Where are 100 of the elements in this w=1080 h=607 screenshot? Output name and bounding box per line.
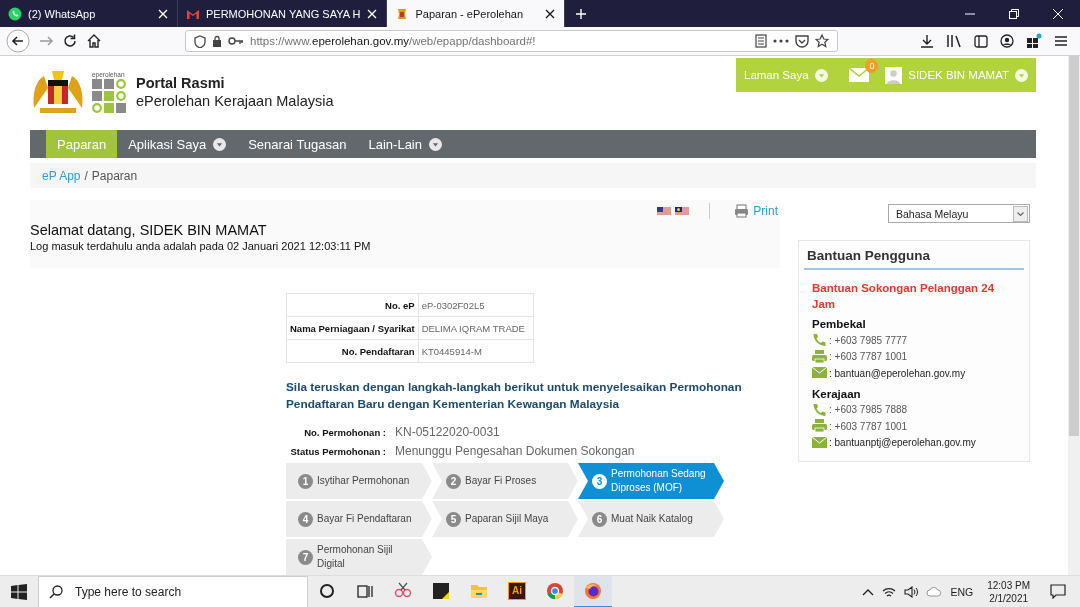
breadcrumb-current: Paparan xyxy=(91,168,138,183)
library-icon[interactable] xyxy=(946,34,962,48)
welcome-heading: Selamat datang, SIDEK BIN MAMAT xyxy=(30,222,268,239)
table-cell: eP-0302F02L5 xyxy=(418,293,534,317)
table-cell: No. Pendaftaran xyxy=(286,339,419,363)
menu-icon[interactable] xyxy=(1054,35,1068,47)
search-field[interactable]: Type here to search xyxy=(38,575,308,607)
step-number: 6 xyxy=(592,511,607,527)
step-number: 5 xyxy=(446,511,461,527)
extensions-icon[interactable] xyxy=(1026,33,1042,49)
table-cell: No. eP xyxy=(286,293,419,317)
lock-icon[interactable] xyxy=(212,35,222,47)
language-indicator[interactable]: ENG xyxy=(950,585,974,598)
browser-logo-icon xyxy=(546,581,564,600)
phone-number: : +603 7787 1001 xyxy=(829,420,908,432)
flag-icon[interactable] xyxy=(675,206,690,216)
table-cell: Nama Perniagaan / Syarikat xyxy=(286,316,419,340)
avatar-icon xyxy=(885,66,903,84)
step-number: 1 xyxy=(298,473,313,489)
email-text: : bantuan@eperolehan.gov.my xyxy=(829,367,966,379)
phone-icon xyxy=(812,333,827,348)
table-cell: DELIMA IQRAM TRADE xyxy=(418,316,534,340)
reader-icon[interactable] xyxy=(755,34,767,48)
chevron-icon xyxy=(1013,205,1028,222)
step-number: 7 xyxy=(298,549,313,565)
breadcrumb-separator: / xyxy=(84,168,88,183)
language-select[interactable]: Bahasa Melayu xyxy=(888,204,1030,223)
portal-subtitle: ePerolehan Kerajaan Malaysia xyxy=(136,92,334,110)
volume-icon[interactable] xyxy=(904,585,919,598)
key-icon[interactable] xyxy=(228,36,244,46)
grid-logo-icon xyxy=(92,79,126,113)
note-icon xyxy=(432,581,450,600)
notification-icon[interactable] xyxy=(1050,584,1066,599)
step-number: 4 xyxy=(298,511,313,527)
restore-icon[interactable] xyxy=(1009,8,1019,19)
step-label: Bayar Fi Pendaftaran xyxy=(317,512,412,526)
table-cell: KT0445914-M xyxy=(418,339,534,363)
caret-icon xyxy=(1015,68,1028,82)
email-text: : bantuanptj@eperolehan.gov.my xyxy=(829,437,976,449)
caret-icon xyxy=(429,137,442,151)
close-icon[interactable] xyxy=(544,7,557,20)
sidebar-icon[interactable] xyxy=(974,34,988,48)
field-value: KN-05122020-0031 xyxy=(395,425,500,439)
taskbar-app[interactable] xyxy=(574,575,612,607)
portal-title: Portal Rasmi xyxy=(136,74,226,92)
step-label: Isytihar Permohonan xyxy=(317,474,410,488)
printer-icon xyxy=(812,349,827,364)
step-label: Permohonan Sijil Digital xyxy=(317,543,394,571)
back-icon[interactable] xyxy=(6,29,30,53)
more-icon[interactable] xyxy=(773,39,789,43)
field-label: No. Permohonan : xyxy=(303,425,386,439)
account-icon[interactable] xyxy=(1000,34,1014,48)
windows-icon[interactable] xyxy=(11,583,27,600)
contact-group-title: Kerajaan xyxy=(812,386,862,402)
flag-icon[interactable] xyxy=(657,206,672,216)
wifi-icon[interactable] xyxy=(882,585,897,598)
reload-icon[interactable] xyxy=(62,33,78,49)
printer-icon xyxy=(812,419,827,434)
phone-number: : +603 7985 7777 xyxy=(829,334,908,346)
cloud-icon[interactable] xyxy=(926,586,943,597)
scissors-icon xyxy=(394,581,412,600)
menu-item[interactable]: Senarai Tugasan xyxy=(237,130,358,158)
phone-number: : +603 7787 1001 xyxy=(829,351,908,363)
contact-group-title: Pembekal xyxy=(812,317,867,332)
scrollbar[interactable] xyxy=(1068,56,1080,575)
caret-icon xyxy=(213,137,227,151)
step-label: Bayar Fi Proses xyxy=(465,474,537,488)
cortana-icon xyxy=(318,581,336,600)
shield-icon[interactable] xyxy=(194,34,206,48)
home-icon[interactable] xyxy=(86,33,102,49)
step-label: Permohonan Sedang Diproses (MOF) xyxy=(611,467,707,495)
phone-icon xyxy=(812,402,827,417)
search-icon xyxy=(49,584,63,599)
step-label: Muat Naik Katalog xyxy=(611,512,693,526)
step-number: 3 xyxy=(592,473,607,489)
caret-up-icon[interactable] xyxy=(862,587,875,596)
browser-tab[interactable]: Paparan - ePerolehan xyxy=(387,0,566,27)
step-number: 2 xyxy=(446,473,461,489)
printer-icon xyxy=(734,204,750,218)
fox-logo-icon xyxy=(584,581,602,600)
support-heading: Bantuan Sokongan Pelanggan 24 Jam xyxy=(812,281,996,312)
field-value: Menunggu Pengesahan Dokumen Sokongan xyxy=(395,444,635,458)
field-label: Status Permohonan : xyxy=(289,444,386,458)
last-login-text: Log masuk terdahulu anda adalah pada 02 Januari 2021 12:03:11 PM xyxy=(30,239,372,254)
caret-icon xyxy=(814,68,828,82)
taskbar-app[interactable]: Ai xyxy=(498,575,536,607)
menu-item[interactable]: Lain-Lain xyxy=(357,130,453,158)
clock[interactable]: 12:03 PM 2/1/2021 xyxy=(987,578,1030,605)
url-field[interactable]: https://www.eperolehan.gov.my/web/epapp/dashboard#! xyxy=(185,30,838,52)
step-label: Paparan Sijil Maya xyxy=(465,512,549,526)
envelope-icon xyxy=(812,435,827,450)
envelope-icon xyxy=(812,366,827,381)
panel-title: Bantuan Pengguna xyxy=(804,241,1024,270)
count-badge: 0 xyxy=(865,59,879,73)
plus-icon[interactable] xyxy=(575,7,588,20)
chat-icon xyxy=(8,6,22,21)
pocket-icon[interactable] xyxy=(795,34,809,48)
menu-item[interactable]: Aplikasi Saya xyxy=(117,130,238,158)
download-icon[interactable] xyxy=(920,34,934,48)
star-icon[interactable] xyxy=(815,34,829,48)
